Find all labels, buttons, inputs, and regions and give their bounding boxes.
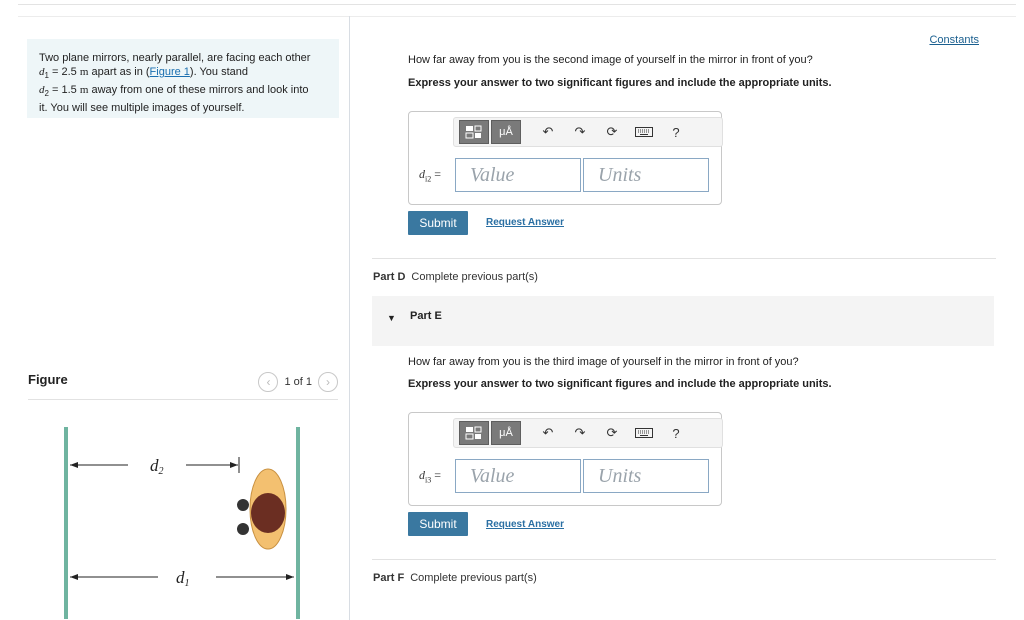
d2-text: away from one of these mirrors and look …: [88, 84, 309, 97]
part-c-units-input[interactable]: Units: [583, 158, 709, 192]
part-f-row: Part F Complete previous part(s): [373, 572, 537, 584]
d1-text: apart as in (: [88, 66, 150, 78]
d2-dimension: d2: [70, 456, 240, 477]
redo-icon[interactable]: ↷: [571, 424, 589, 442]
d1-text-end: ). You stand: [189, 66, 249, 78]
keyboard-icon[interactable]: [635, 424, 653, 442]
part-c-submit-button[interactable]: Submit: [408, 211, 468, 235]
reset-icon[interactable]: ⟳: [603, 424, 621, 442]
part-e-units-input[interactable]: Units: [583, 459, 709, 493]
part-d-name: Part D: [373, 271, 406, 283]
left-column: Two plane mirrors, nearly parallel, are …: [18, 16, 350, 620]
templates-icon[interactable]: [459, 120, 489, 144]
part-e-value-input[interactable]: Value: [455, 459, 581, 493]
part-c-question: How far away from you is the second imag…: [408, 54, 813, 66]
units-icon[interactable]: μÅ: [491, 421, 521, 445]
pager-text: 1 of 1: [284, 376, 312, 388]
mirror-figure: d2 d1: [64, 427, 300, 619]
reset-icon[interactable]: ⟳: [603, 123, 621, 141]
undo-icon[interactable]: ↶: [539, 123, 557, 141]
collapse-triangle-icon[interactable]: ▼: [387, 313, 396, 323]
d2-value: = 1.5: [48, 84, 80, 97]
problem-line-4-text: it. You will see multiple images of your…: [39, 102, 245, 115]
part-e-instruction: Express your answer to two significant f…: [408, 378, 832, 390]
part-e-label: di3 =: [419, 467, 442, 485]
part-d-divider: [372, 258, 996, 259]
templates-icon[interactable]: [459, 421, 489, 445]
part-f-name: Part F: [373, 572, 405, 584]
problem-line-2: d1 = 2.5 m apart as in (Figure 1). You s…: [39, 65, 327, 83]
problem-line-4: it. You will see multiple images of your…: [39, 101, 327, 115]
problem-statement: Two plane mirrors, nearly parallel, are …: [27, 39, 339, 118]
top-divider: [18, 4, 1016, 5]
part-e-request-answer-link[interactable]: Request Answer: [486, 519, 564, 530]
part-f-status: Complete previous part(s): [410, 572, 537, 584]
person-illustration: [237, 468, 287, 550]
part-c-request-answer-link[interactable]: Request Answer: [486, 217, 564, 228]
constants-link[interactable]: Constants: [929, 34, 979, 46]
part-e-submit-button[interactable]: Submit: [408, 512, 468, 536]
part-f-divider: [372, 559, 996, 560]
chevron-right-icon[interactable]: ›: [318, 372, 338, 392]
part-c-label: di2 =: [419, 166, 442, 184]
right-column: Constants How far away from you is the s…: [372, 16, 1024, 620]
d1-dimension: d1: [70, 568, 294, 589]
figure-link[interactable]: Figure 1: [150, 66, 190, 78]
d2-label: d2: [150, 456, 164, 477]
help-icon[interactable]: ?: [667, 424, 685, 442]
part-d-row: Part D Complete previous part(s): [373, 271, 538, 283]
page: Two plane mirrors, nearly parallel, are …: [0, 0, 1024, 620]
undo-icon[interactable]: ↶: [539, 424, 557, 442]
d1-value: = 2.5: [48, 66, 80, 78]
help-icon[interactable]: ?: [667, 123, 685, 141]
problem-line-3: d2 = 1.5 m away from one of these mirror…: [39, 83, 327, 101]
part-e-field-row: di3 = Value Units: [419, 459, 709, 493]
figure-header: Figure ‹ 1 of 1 ›: [28, 368, 338, 400]
d1-label: d1: [176, 568, 190, 589]
part-c-instruction: Express your answer to two significant f…: [408, 77, 832, 89]
part-c-toolbar: μÅ ↶ ↷ ⟳ ?: [453, 117, 723, 147]
part-e-toolbar: μÅ ↶ ↷ ⟳ ?: [453, 418, 723, 448]
right-mirror: [296, 427, 300, 619]
chevron-left-icon[interactable]: ‹: [258, 372, 279, 392]
part-c-value-input[interactable]: Value: [455, 158, 581, 192]
problem-line-1: Two plane mirrors, nearly parallel, are …: [39, 51, 327, 65]
part-c-field-row: di2 = Value Units: [419, 158, 709, 192]
part-c-answer-box: μÅ ↶ ↷ ⟳ ? di2 = Value Units: [408, 111, 723, 205]
redo-icon[interactable]: ↷: [571, 123, 589, 141]
figure-title: Figure: [28, 372, 68, 387]
figure-pager: ‹ 1 of 1 ›: [258, 372, 338, 392]
units-icon[interactable]: μÅ: [491, 120, 521, 144]
left-mirror: [64, 427, 68, 619]
part-e-answer-box: μÅ ↶ ↷ ⟳ ? di3 = Value Units: [408, 412, 723, 506]
part-d-status: Complete previous part(s): [411, 271, 538, 283]
part-e-question: How far away from you is the third image…: [408, 356, 799, 368]
problem-intro: Two plane mirrors, nearly parallel, are …: [39, 52, 311, 64]
part-e-title: Part E: [410, 310, 442, 322]
part-e-header[interactable]: ▼ Part E: [372, 296, 994, 346]
keyboard-icon[interactable]: [635, 123, 653, 141]
